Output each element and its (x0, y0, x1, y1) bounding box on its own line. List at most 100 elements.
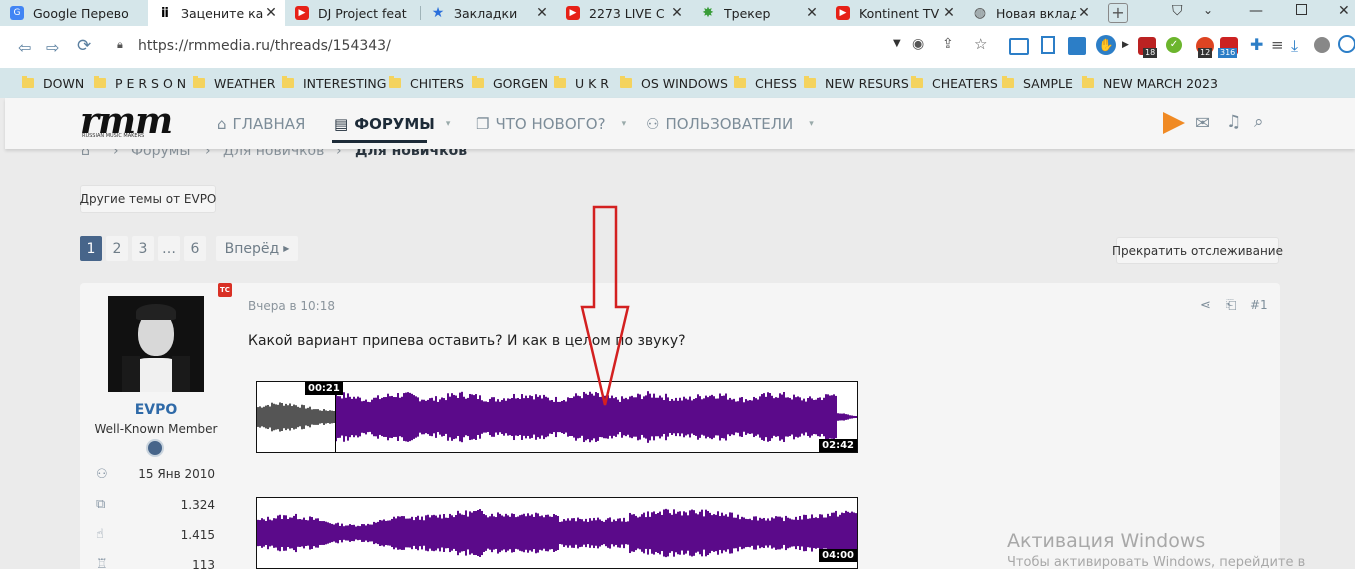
chevron-down-icon[interactable]: ⌄ (1203, 3, 1213, 17)
nav-forums[interactable]: ▤ ФОРУМЫ ▾ (334, 114, 450, 134)
bookmark-folder[interactable]: CHITERS (389, 68, 464, 98)
bookmark-folder[interactable]: GORGEN (472, 68, 548, 98)
tab-live[interactable]: ▶ 2273 LIVE С БС ✕ (556, 0, 691, 26)
other-topics-button[interactable]: Другие темы от EVPO (80, 185, 216, 213)
chevron-down-icon[interactable]: ▾ (622, 119, 627, 129)
page-6-button[interactable]: 6 (184, 236, 206, 261)
url-field[interactable]: https://rmmedia.ru/threads/154343/ (138, 38, 391, 54)
reading-list-icon[interactable] (1041, 36, 1055, 54)
shirt-icon[interactable]: ⛉ (1172, 3, 1183, 19)
next-page-button[interactable]: Вперёд ▶ (216, 236, 298, 261)
waveform-bar (833, 394, 835, 440)
bookmark-folder[interactable]: NEW MARCH 2023 (1082, 68, 1218, 98)
close-tab-icon[interactable]: ✕ (534, 5, 550, 21)
page-3-button[interactable]: 3 (132, 236, 154, 261)
waveform-bar (835, 395, 837, 439)
search-icon[interactable]: ⌕ (1254, 112, 1264, 132)
bookmark-star-icon[interactable]: ☆ (974, 35, 987, 53)
share-icon[interactable]: ⇪ (942, 36, 954, 52)
waveform-bar (391, 518, 393, 548)
share-icon[interactable]: ⋖ (1200, 298, 1211, 313)
profile-icon[interactable] (1314, 37, 1330, 53)
post-number[interactable]: #1 (1250, 298, 1268, 312)
page-2-button[interactable]: 2 (106, 236, 128, 261)
unwatch-button[interactable]: Прекратить отслеживание (1112, 237, 1283, 264)
waveform-bar (317, 518, 319, 548)
waveform-bar (555, 396, 557, 438)
bookmark-folder[interactable]: INTERESTING (282, 68, 386, 98)
page-1-button[interactable]: 1 (80, 236, 102, 261)
tab-new[interactable]: ◍ Новая вкладка ✕ (963, 0, 1098, 26)
chevron-down-icon[interactable]: ▾ (809, 119, 814, 129)
waveform-bar (797, 396, 799, 438)
audio-player-2[interactable]: 04:00 (256, 497, 858, 569)
nav-home[interactable]: ⌂ ГЛАВНАЯ (217, 114, 305, 134)
new-tab-button[interactable]: + (1108, 3, 1128, 23)
bookmark-folder[interactable]: P E R S O N (94, 68, 186, 98)
author-name[interactable]: EVPO (80, 402, 232, 418)
bookmark-folder[interactable]: CHEATERS (911, 68, 998, 98)
bookmark-folder[interactable]: OS WINDOWS (620, 68, 728, 98)
page-ellipsis-button[interactable]: … (158, 236, 180, 261)
waveform-bar (551, 516, 553, 550)
waveform-bar (533, 399, 535, 435)
tab-dj-project[interactable]: ▶ DJ Project feat (285, 0, 420, 26)
bell-icon[interactable]: ♫ (1226, 112, 1241, 132)
close-tab-icon[interactable]: ✕ (804, 5, 820, 21)
trash-icon[interactable] (1068, 37, 1086, 55)
playlist-icon[interactable]: ≡ (1271, 36, 1284, 54)
waveform-bar (363, 524, 365, 542)
waveform-bar (285, 515, 287, 551)
site-logo[interactable]: rmm RUSSIAN MUSIC MAKERS (80, 100, 190, 142)
reload-icon[interactable]: ⟳ (77, 36, 91, 56)
close-tab-icon[interactable]: ✕ (669, 5, 685, 21)
waveform-bar (609, 517, 611, 549)
post-time[interactable]: Вчера в 10:18 (248, 299, 335, 313)
settings-icon[interactable] (1338, 35, 1355, 53)
tab-kontinent[interactable]: ▶ Kontinent TV - ✕ (826, 0, 963, 26)
bookmark-folder[interactable]: CHESS (734, 68, 797, 98)
waveform-bar (825, 517, 827, 549)
avatar[interactable] (108, 296, 204, 392)
bookmark-folder[interactable]: WEATHER (193, 68, 275, 98)
bookmark-folder[interactable]: NEW RESURS (804, 68, 909, 98)
close-tab-icon[interactable]: ✕ (263, 5, 279, 21)
waveform-bar (369, 402, 371, 432)
waveform-bar (489, 398, 491, 436)
restore-icon[interactable] (1296, 4, 1307, 15)
mail-icon[interactable]: ✉ (1195, 113, 1210, 134)
eye-off-icon[interactable]: ◉ (912, 36, 924, 52)
back-icon[interactable]: ⇦ (18, 38, 31, 57)
minimize-icon[interactable]: — (1249, 3, 1263, 19)
chevron-down-icon[interactable]: ▾ (446, 119, 451, 129)
avatar-jacket-right (172, 356, 190, 392)
tab-google-translate[interactable]: G Google Перево (0, 0, 148, 26)
close-tab-icon[interactable]: ✕ (1076, 5, 1092, 21)
waveform-bar (847, 414, 849, 420)
download-icon[interactable]: ⤓ (1291, 36, 1298, 56)
waveform-bar (517, 516, 519, 550)
tab-tracker[interactable]: ✸ Трекер ✕ (691, 0, 826, 26)
audio-player-1[interactable]: 00:21 02:42 (256, 381, 858, 453)
waveform-bar (729, 397, 731, 437)
dropdown-icon[interactable]: ▼ (893, 38, 901, 49)
hand-icon[interactable]: ✋ (1096, 35, 1116, 55)
close-window-icon[interactable]: ✕ (1338, 3, 1350, 19)
waveform-bar (415, 517, 417, 549)
nav-users[interactable]: ⚇ ПОЛЬЗОВАТЕЛИ ▾ (646, 114, 814, 134)
tab-active[interactable]: ⅱ Зацените како ✕ (148, 0, 285, 26)
tab-bookmarks[interactable]: ★ Закладки ✕ (421, 0, 556, 26)
bookmark-folder[interactable]: SAMPLE (1002, 68, 1073, 98)
bookmark-icon[interactable]: ⎗ (1226, 298, 1236, 313)
forward-icon[interactable]: ⇨ (46, 38, 59, 57)
nav-whats-new[interactable]: ❐ ЧТО НОВОГО? ▾ (476, 114, 626, 134)
play-icon[interactable] (1163, 112, 1185, 134)
waveform-bar (719, 393, 721, 441)
play-small-icon[interactable]: ▶ (1122, 40, 1129, 50)
bookmark-folder[interactable]: DOWN (22, 68, 84, 98)
close-tab-icon[interactable]: ✕ (941, 5, 957, 21)
shield-check-icon[interactable]: ✓ (1166, 37, 1182, 53)
puzzle-icon[interactable]: ✚ (1250, 35, 1263, 54)
bookmark-folder[interactable]: U K R (554, 68, 609, 98)
sidebar-icon[interactable] (1009, 38, 1029, 55)
